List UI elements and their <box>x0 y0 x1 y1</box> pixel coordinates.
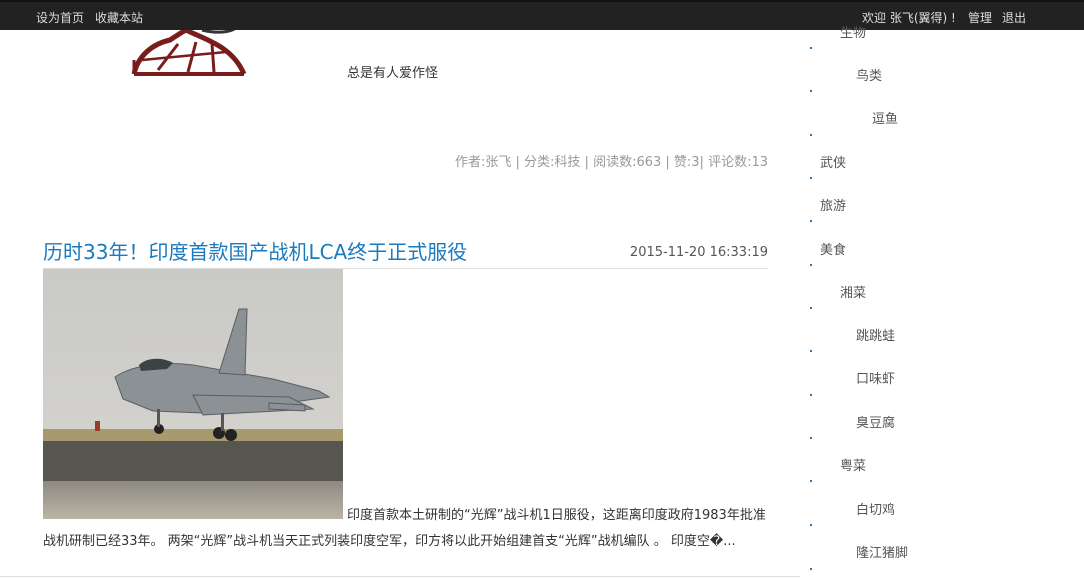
category-item[interactable]: 生物 <box>840 22 866 41</box>
category-item[interactable]: 鸟类 <box>856 65 882 84</box>
bullet-dot <box>810 524 812 526</box>
article-thumbnail-image[interactable] <box>43 269 343 519</box>
bullet-dot <box>810 134 812 136</box>
category-item[interactable]: 跳跳蛙 <box>856 325 895 344</box>
bullet-dot <box>810 177 812 179</box>
article-title-link[interactable]: 历时33年！印度首款国产战机LCA终于正式服役 <box>43 236 467 265</box>
bookmark-site-link[interactable]: 收藏本站 <box>95 9 143 26</box>
bullet-dot <box>810 220 812 222</box>
category-item[interactable]: 白切鸡 <box>856 499 895 518</box>
bullet-dot <box>810 437 812 439</box>
bullet-dot <box>810 568 812 570</box>
category-item[interactable]: 武侠 <box>820 152 846 171</box>
bullet-dot <box>810 307 812 309</box>
previous-post-meta: 作者:张飞 | 分类:科技 | 阅读数:663 | 赞:3| 评论数:13 <box>455 155 768 170</box>
category-item[interactable]: 美食 <box>820 239 846 258</box>
category-sidebar: 生物 鸟类 逗鱼 武侠 旅游 美食 湘菜 跳跳蛙 口味虾 臭豆腐 粤菜 白切鸡 … <box>800 26 1084 582</box>
content-divider <box>0 576 800 577</box>
bullet-dot <box>810 90 812 92</box>
bullet-dot <box>810 264 812 266</box>
top-bar: 设为首页 收藏本站 欢迎 张飞(翼得) ! 管理 退出 <box>0 0 1084 30</box>
admin-link[interactable]: 管理 <box>968 9 992 26</box>
previous-post-excerpt: 总是有人爱作怪 <box>347 66 439 81</box>
logout-link[interactable]: 退出 <box>1002 9 1026 26</box>
article-excerpt: 印度首款本土研制的“光辉”战斗机1日服役，这距离印度政府1983年批准战机研制已… <box>43 508 766 549</box>
bullet-dot <box>810 480 812 482</box>
bullet-dot <box>810 47 812 49</box>
category-item[interactable]: 旅游 <box>820 195 846 214</box>
category-item[interactable]: 湘菜 <box>840 282 866 301</box>
welcome-user-link[interactable]: 欢迎 张飞(翼得) ! <box>862 9 956 26</box>
bullet-dot <box>810 394 812 396</box>
previous-post-image <box>131 30 247 76</box>
category-item[interactable]: 逗鱼 <box>872 108 898 127</box>
article-date: 2015-11-20 16:33:19 <box>629 245 768 260</box>
category-item[interactable]: 口味虾 <box>856 368 895 387</box>
category-item[interactable]: 粤菜 <box>840 455 866 474</box>
category-item[interactable]: 隆江猪脚 <box>856 542 908 561</box>
bullet-dot <box>810 350 812 352</box>
set-homepage-link[interactable]: 设为首页 <box>36 9 84 26</box>
category-item[interactable]: 臭豆腐 <box>856 412 895 431</box>
